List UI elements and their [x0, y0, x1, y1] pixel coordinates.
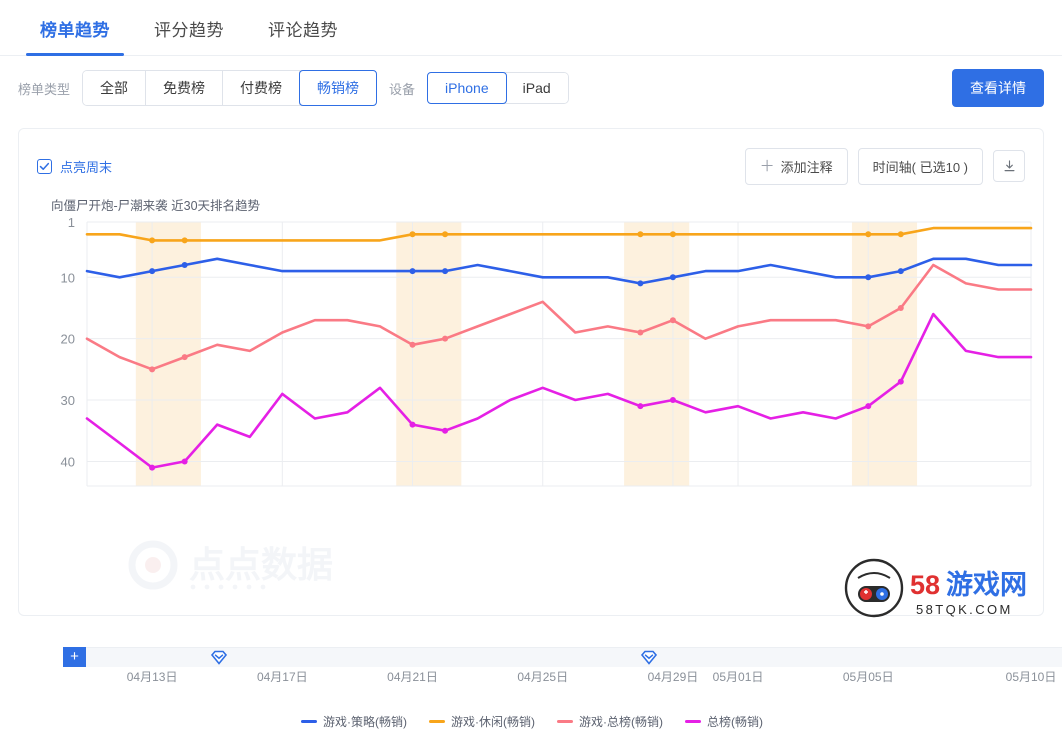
data-point: [897, 231, 904, 238]
tab-rank-trend[interactable]: 榜单趋势: [18, 16, 132, 56]
chart-card: 点亮周末 ＋ 添加注释 时间轴( 已选10 ) 向僵尸开炮-尸潮来袭 近30天排…: [18, 128, 1062, 729]
data-point: [409, 231, 416, 238]
watermark-text: 点点数据: [189, 544, 333, 585]
data-point: [181, 354, 188, 361]
data-point: [442, 268, 449, 275]
data-point: [181, 458, 188, 465]
x-axis-tick: 04月13日: [126, 670, 178, 684]
y-axis-tick: 1: [68, 215, 75, 230]
x-axis-tick: 04月17日: [256, 670, 308, 684]
legend-label: 游戏·总榜(畅销): [579, 715, 663, 729]
legend-label: 游戏·策略(畅销): [323, 715, 407, 729]
rank-type-group: 全部 免费榜 付费榜 畅销榜: [82, 70, 378, 106]
data-point: [669, 397, 676, 404]
data-point: [149, 366, 156, 373]
data-point: [637, 231, 644, 238]
data-point: [865, 274, 872, 281]
add-annotation-label: 添加注释: [780, 159, 833, 175]
view-detail-button[interactable]: 查看详情: [952, 69, 1044, 107]
chart-plot-area: 1 10 20 30 40: [19, 214, 1045, 514]
y-axis-tick: 30: [61, 393, 75, 408]
timeline-marker-diamond[interactable]: [641, 650, 657, 665]
data-point: [409, 268, 416, 275]
data-point: [865, 231, 872, 238]
data-point: [669, 231, 676, 238]
device-option-ipad[interactable]: iPad: [505, 73, 568, 103]
tab-rating-trend[interactable]: 评分趋势: [132, 16, 246, 55]
y-axis-tick: 20: [61, 332, 75, 347]
x-axis-tick: 04月21日: [387, 670, 438, 684]
x-axis-tick: 05月10日: [1005, 670, 1057, 684]
data-point: [442, 335, 449, 342]
x-axis-tick: 04月29日: [647, 670, 699, 684]
weekend-highlight-label: 点亮周末: [60, 159, 113, 175]
filter-bar: 榜单类型 全部 免费榜 付费榜 畅销榜 设备 iPhone iPad 查看详情: [0, 56, 1062, 120]
data-point: [442, 231, 449, 238]
rank-trend-line-chart: 1 10 20 30 40: [61, 215, 1033, 487]
timeline-marker-diamond[interactable]: [211, 650, 227, 665]
chart-title: 向僵尸开炮-尸潮来袭 近30天排名趋势: [51, 199, 261, 213]
rank-type-option-free[interactable]: 免费榜: [146, 71, 224, 105]
chart-toolbar: 点亮周末 ＋ 添加注释 时间轴( 已选10 ): [19, 129, 1043, 187]
weekend-band: [851, 222, 918, 486]
download-icon[interactable]: [993, 150, 1025, 182]
data-point: [637, 280, 644, 287]
data-point: [865, 403, 872, 410]
legend-item-1[interactable]: 游戏·休闲(畅销): [429, 713, 535, 730]
x-axis-tick: 04月25日: [517, 670, 569, 684]
legend-label: 总榜(畅销): [707, 715, 763, 729]
center-watermark: 点点数据: [128, 540, 333, 590]
plus-icon: ＋: [759, 157, 775, 175]
legend-label: 游戏·休闲(畅销): [451, 715, 535, 729]
data-point: [442, 427, 449, 434]
weekend-band: [396, 222, 462, 486]
legend-item-2[interactable]: 游戏·总榜(畅销): [557, 713, 663, 730]
data-point: [897, 304, 904, 311]
weekend-band: [624, 222, 690, 486]
chart-action-group: ＋ 添加注释 时间轴( 已选10 ): [744, 147, 1025, 185]
legend-item-0[interactable]: 游戏·策略(畅销): [301, 713, 407, 730]
data-point: [181, 237, 188, 244]
data-point: [409, 341, 416, 348]
legend-item-3[interactable]: 总榜(畅销): [685, 713, 763, 730]
timeline-button[interactable]: 时间轴( 已选10 ): [857, 147, 983, 185]
x-axis-tick: 05月01日: [712, 670, 764, 684]
data-point: [897, 268, 904, 275]
data-point: [669, 317, 676, 324]
chart-legend: 游戏·策略(畅销) 游戏·休闲(畅销) 游戏·总榜(畅销) 总榜(畅销): [19, 713, 1045, 730]
data-point: [897, 378, 904, 385]
rank-type-label: 榜单类型: [18, 81, 71, 97]
data-point: [149, 464, 156, 471]
data-point: [637, 329, 644, 336]
data-point: [865, 323, 872, 330]
rank-type-option-paid[interactable]: 付费榜: [223, 71, 301, 105]
device-label: 设备: [389, 81, 416, 97]
data-point: [181, 261, 188, 268]
device-group: iPhone iPad: [427, 72, 569, 104]
tab-bar: 榜单趋势 评分趋势 评论趋势: [0, 0, 1062, 56]
data-point: [149, 237, 156, 244]
data-point: [637, 403, 644, 410]
rank-type-option-all[interactable]: 全部: [83, 71, 147, 105]
add-timeline-marker-button[interactable]: +: [63, 647, 86, 667]
legend-swatch: [685, 720, 701, 723]
data-point: [409, 421, 416, 428]
add-annotation-button[interactable]: ＋ 添加注释: [744, 147, 848, 185]
device-option-iphone[interactable]: iPhone: [427, 72, 507, 104]
x-axis-tick: 05月05日: [842, 670, 894, 684]
weekend-highlight-toggle[interactable]: 点亮周末: [37, 157, 112, 176]
data-point: [669, 274, 676, 281]
rank-type-option-grossing[interactable]: 畅销榜: [299, 70, 378, 106]
data-point: [149, 268, 156, 275]
legend-swatch: [301, 720, 317, 723]
y-axis-tick: 40: [61, 454, 75, 469]
tab-review-trend[interactable]: 评论趋势: [246, 16, 360, 55]
y-axis-tick: 10: [61, 270, 75, 285]
legend-swatch: [429, 720, 445, 723]
checkbox-icon[interactable]: [37, 158, 52, 174]
legend-swatch: [557, 720, 573, 723]
